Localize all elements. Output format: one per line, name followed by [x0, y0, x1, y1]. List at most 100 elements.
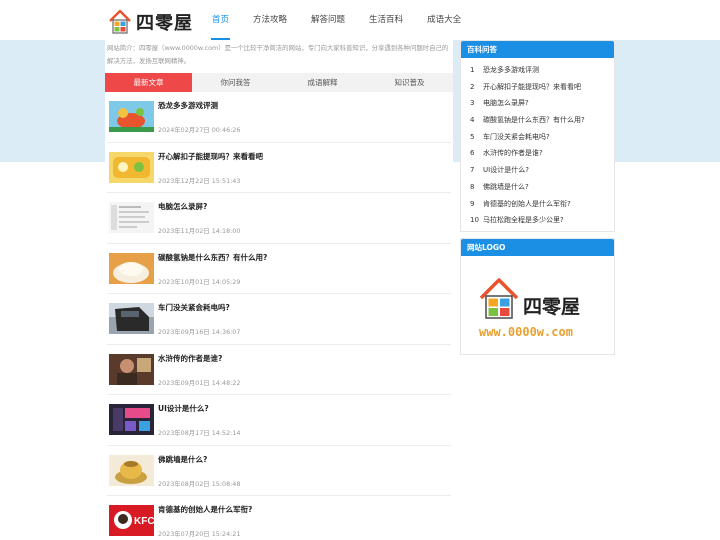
house-logo-icon: 四零屋 www.0000w.com	[479, 278, 580, 339]
hot-item-label: 肯德基的创始人是什么军衔?	[483, 199, 571, 208]
hot-item-number: 10	[470, 216, 479, 225]
list-item: 恐龙多多游戏评测 2024年02月27日 00:46:26	[107, 92, 451, 143]
article-thumbnail[interactable]	[109, 151, 154, 183]
hot-item-label: 恐龙多多游戏评测	[483, 66, 539, 74]
main-nav: 首页 方法攻略 解答问题 生活百科 成语大全	[203, 0, 476, 40]
hot-item-label: 开心解扣子能提现吗？来看看吧	[483, 82, 581, 91]
article-date: 2023年11月02日 14:18:00	[158, 227, 241, 235]
article-title[interactable]: 恐龙多多游戏评测	[158, 100, 218, 111]
hot-item[interactable]: 3 电脑怎么录屏?	[461, 95, 614, 112]
car-door-thumbnail-image	[109, 303, 154, 334]
article-date: 2023年09月01日 14:48:22	[158, 378, 241, 387]
logo-site-url: www.0000w.com	[479, 325, 573, 339]
article-title[interactable]: 水浒传的作者是谁?	[158, 353, 222, 364]
nav-item-idioms[interactable]: 成语大全	[418, 0, 470, 40]
button-game-thumbnail-image	[109, 151, 154, 183]
hot-item-label: 佛跳墙是什么?	[483, 182, 529, 191]
game-thumbnail-image	[109, 101, 154, 132]
hot-item-number: 8	[470, 182, 475, 191]
ui-design-thumbnail-image	[109, 404, 154, 435]
hot-item-number: 2	[470, 82, 475, 91]
list-item: 碳酸氢钠是什么东西？有什么用? 2023年10月01日 14:05:29	[107, 244, 451, 294]
house-icon	[109, 9, 131, 34]
hot-item-label: 车门没关紧会耗电吗?	[483, 132, 550, 141]
site-header: 四零屋 首页 方法攻略 解答问题 生活百科 成语大全	[0, 0, 720, 40]
hot-item-number: 9	[470, 199, 475, 208]
article-date: 2023年12月22日 15:51:43	[158, 176, 241, 185]
tab-knowledge[interactable]: 知识普及	[366, 73, 453, 92]
list-item: 电脑怎么录屏? 2023年11月02日 14:18:00	[107, 193, 451, 244]
hot-item[interactable]: 8 佛跳墙是什么?	[461, 179, 614, 196]
article-title[interactable]: UI设计是什么?	[158, 403, 209, 414]
article-date: 2024年02月27日 00:46:26	[158, 126, 241, 134]
list-item: 水浒传的作者是谁? 2023年09月01日 14:48:22	[107, 345, 451, 395]
article-date: 2023年10月01日 14:05:29	[158, 277, 241, 286]
hot-item-number: 6	[470, 149, 475, 158]
nav-item-home[interactable]: 首页	[203, 0, 238, 40]
portrait-thumbnail-image	[109, 353, 154, 385]
logo-site-name: 四零屋	[523, 296, 580, 318]
hot-item[interactable]: 10 马拉松跑全程是多少公里?	[461, 212, 614, 229]
main-content: 网站简介：四零屋（www.0000w.com）是一个比较干净简洁的网站，专门向大…	[105, 40, 453, 540]
powder-thumbnail-image	[109, 252, 154, 284]
list-item: 佛跳墙是什么? 2023年08月02日 15:08:48	[107, 446, 451, 496]
hot-questions-title: 百科问答	[461, 41, 614, 58]
article-thumbnail[interactable]	[109, 252, 154, 284]
hot-item[interactable]: 9 肯德基的创始人是什么军衔?	[461, 196, 614, 213]
article-title[interactable]: 开心解扣子能提现吗？来看看吧	[158, 151, 263, 162]
article-title[interactable]: 车门没关紧会耗电吗?	[158, 302, 230, 313]
site-intro: 网站简介：四零屋（www.0000w.com）是一个比较干净简洁的网站，专门向大…	[107, 44, 449, 65]
article-title[interactable]: 碳酸氢钠是什么东西？有什么用?	[158, 252, 267, 263]
hot-item-number: 5	[470, 132, 475, 141]
tab-idioms[interactable]: 成语解释	[279, 73, 366, 92]
hot-item-label: 马拉松跑全程是多少公里?	[483, 216, 564, 225]
tab-latest[interactable]: 最新文章	[105, 73, 192, 92]
article-thumbnail[interactable]	[109, 454, 154, 486]
article-date: 2023年08月17日 14:52:14	[158, 429, 241, 437]
hot-item-label: UI设计是什么?	[483, 166, 529, 175]
article-title[interactable]: 电脑怎么录屏?	[158, 201, 207, 212]
article-date: 2023年07月20日 15:24:21	[158, 530, 241, 538]
hot-item-number: 1	[470, 66, 475, 74]
sidebar: 百科问答 1 恐龙多多游戏评测 2 开心解扣子能提现吗？来看看吧 3 电脑怎么录屏? …	[460, 40, 615, 361]
article-date: 2023年09月16日 14:36:07	[158, 328, 241, 336]
article-thumbnail[interactable]	[109, 404, 154, 435]
tab-qa[interactable]: 你问我答	[192, 73, 279, 92]
article-thumbnail[interactable]	[109, 202, 154, 233]
site-logo[interactable]: 四零屋	[108, 8, 204, 36]
article-thumbnail[interactable]: KFC	[109, 505, 154, 536]
food-thumbnail-image	[109, 454, 154, 486]
nav-item-answers[interactable]: 解答问题	[302, 0, 354, 40]
hot-item[interactable]: 6 水浒传的作者是谁?	[461, 145, 614, 162]
hot-item[interactable]: 1 恐龙多多游戏评测	[461, 62, 614, 79]
hot-item[interactable]: 7 UI设计是什么?	[461, 162, 614, 179]
screen-record-thumbnail-image	[109, 202, 154, 233]
hot-item-label: 水浒传的作者是谁?	[483, 149, 543, 158]
hot-item-number: 3	[470, 99, 475, 108]
hot-item-number: 7	[470, 166, 475, 175]
article-thumbnail[interactable]	[109, 101, 154, 132]
article-date: 2023年08月02日 15:08:48	[158, 479, 241, 488]
article-thumbnail[interactable]	[109, 303, 154, 334]
site-name: 四零屋	[136, 13, 193, 34]
article-tabs: 最新文章 你问我答 成语解释 知识普及	[105, 73, 453, 92]
hot-item-label: 电脑怎么录屏?	[483, 99, 529, 108]
list-item: KFC 肯德基的创始人是什么军衔? 2023年07月20日 15:24:21	[107, 496, 451, 540]
article-title[interactable]: 佛跳墙是什么?	[158, 454, 207, 465]
kfc-logo-thumbnail-image: KFC	[109, 505, 154, 536]
list-item: 开心解扣子能提现吗？来看看吧 2023年12月22日 15:51:43	[107, 143, 451, 193]
list-item: 车门没关紧会耗电吗? 2023年09月16日 14:36:07	[107, 294, 451, 345]
list-item: UI设计是什么? 2023年08月17日 14:52:14	[107, 395, 451, 446]
hot-item[interactable]: 2 开心解扣子能提现吗？来看看吧	[461, 79, 614, 96]
nav-item-encyclopedia[interactable]: 生活百科	[360, 0, 412, 40]
nav-item-methods[interactable]: 方法攻略	[244, 0, 296, 40]
article-thumbnail[interactable]	[109, 353, 154, 385]
article-list: 恐龙多多游戏评测 2024年02月27日 00:46:26 开心解扣子能提现吗？…	[105, 92, 453, 540]
hot-item[interactable]: 4 碳酸氢钠是什么东西？有什么用?	[461, 112, 614, 129]
article-title[interactable]: 肯德基的创始人是什么军衔?	[158, 504, 252, 515]
site-logo-box: 网站LOGO 四零屋 www.0000w.com	[460, 237, 615, 355]
hot-item-label: 碳酸氢钠是什么东西？有什么用?	[483, 116, 585, 125]
hot-questions-box: 百科问答 1 恐龙多多游戏评测 2 开心解扣子能提现吗？来看看吧 3 电脑怎么录屏? …	[460, 40, 615, 232]
hot-item[interactable]: 5 车门没关紧会耗电吗?	[461, 129, 614, 146]
hot-questions-list: 1 恐龙多多游戏评测 2 开心解扣子能提现吗？来看看吧 3 电脑怎么录屏? 4 碳酸氢钠…	[461, 58, 614, 231]
